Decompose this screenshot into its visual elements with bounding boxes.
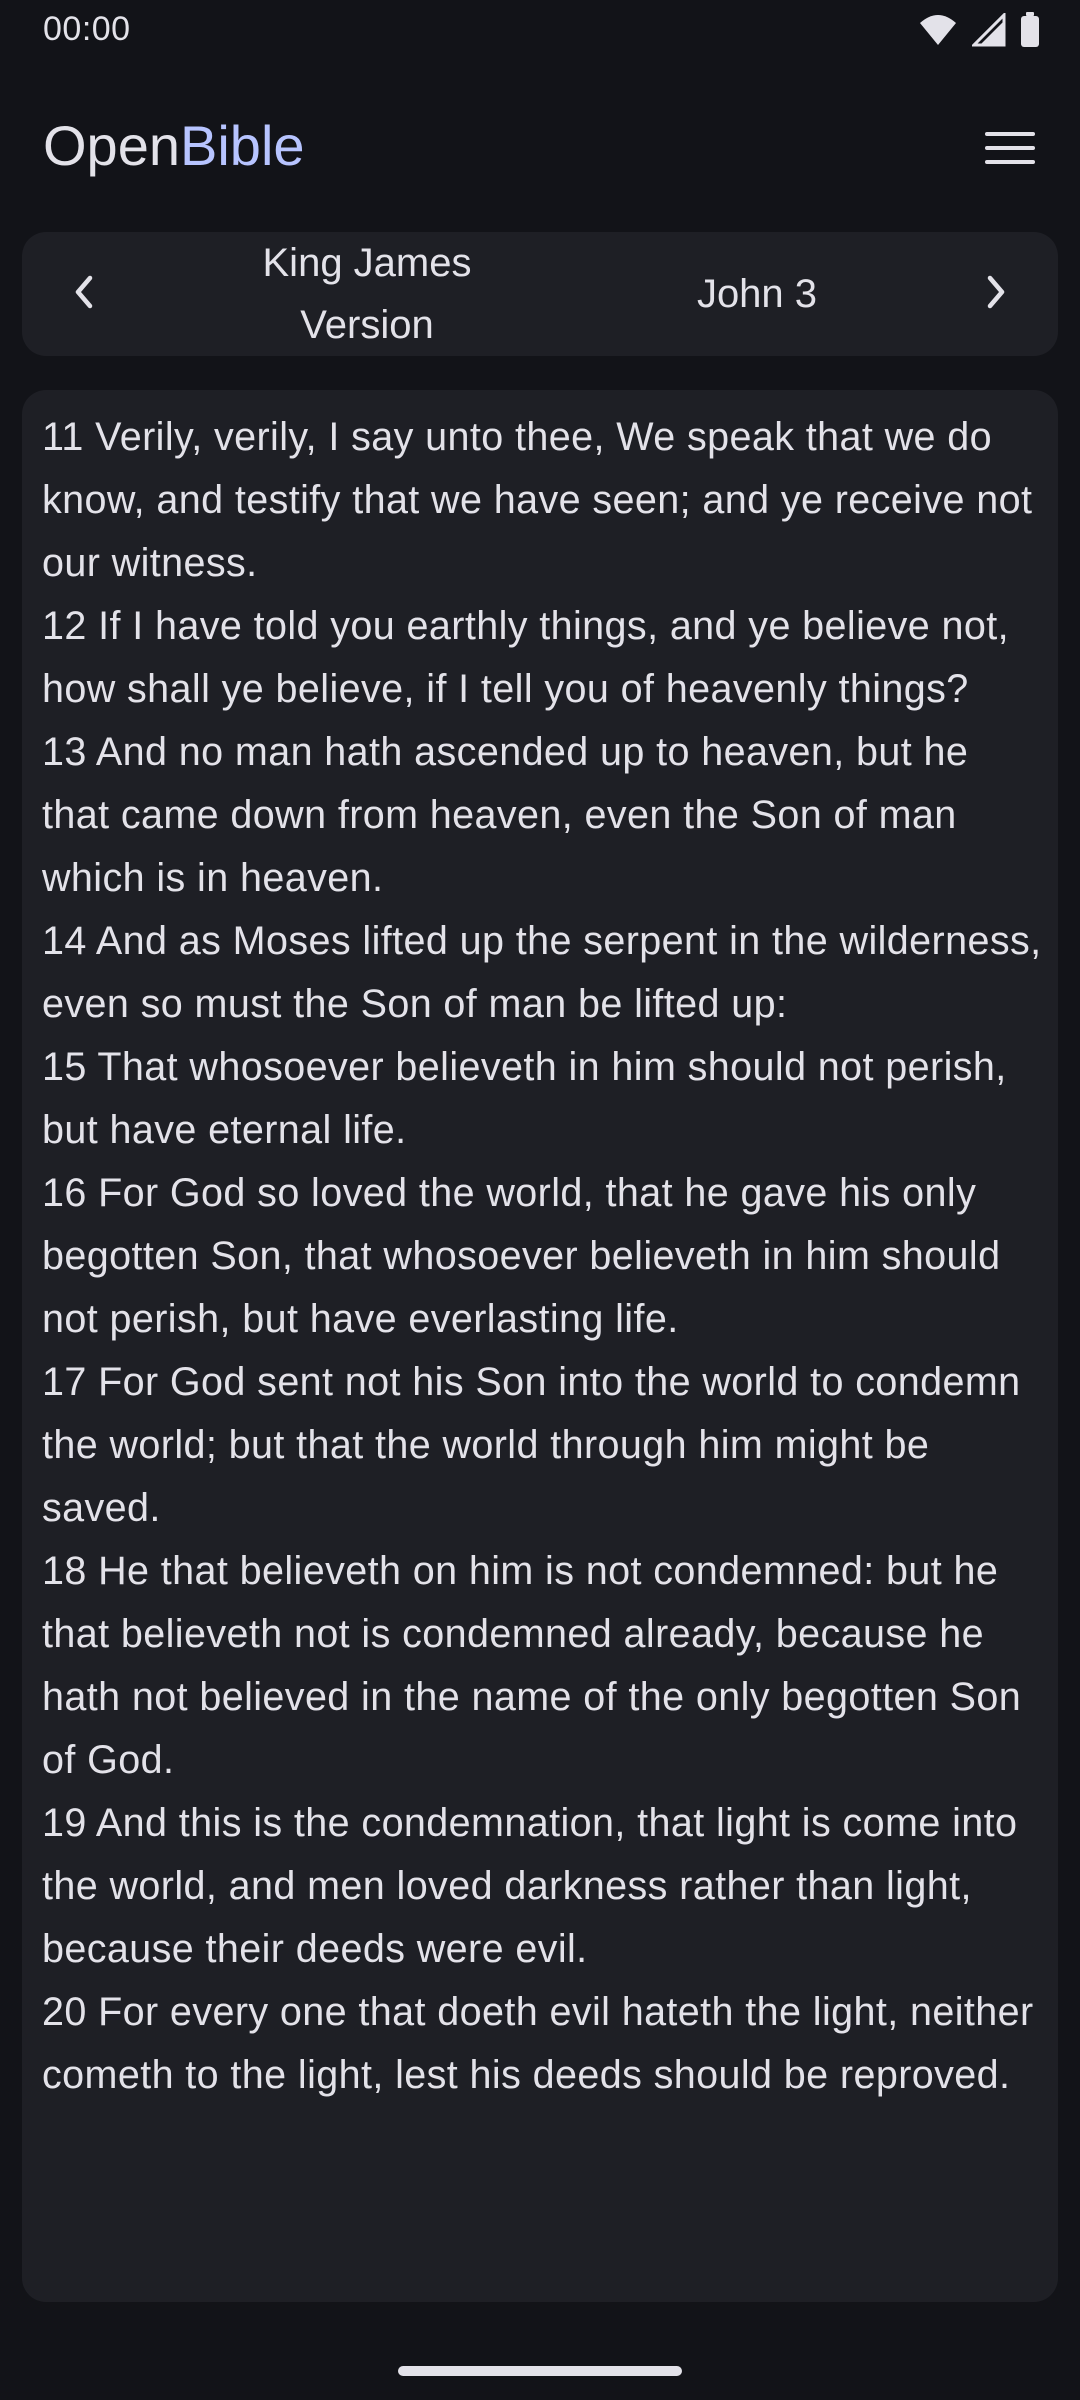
app-title-open: Open (43, 114, 180, 177)
status-icons (918, 11, 1040, 53)
verse-19: 19 And this is the condemnation, that li… (42, 1801, 1018, 1971)
verse-16: 16 For God so loved the world, that he g… (42, 1171, 1001, 1341)
verse-15: 15 That whosoever believeth in him shoul… (42, 1045, 1007, 1152)
verse-12: 12 If I have told you earthly things, an… (42, 604, 1010, 711)
next-chapter-button[interactable] (956, 254, 1036, 334)
wifi-icon (918, 13, 958, 52)
chevron-right-icon (982, 272, 1010, 317)
previous-chapter-button[interactable] (44, 254, 124, 334)
version-selector[interactable]: King James Version (192, 232, 542, 356)
home-indicator[interactable] (398, 2366, 682, 2376)
verse-list: 11 Verily, verily, I say unto thee, We s… (42, 406, 1042, 2107)
hamburger-menu-icon (985, 130, 1035, 171)
app-title: OpenBible (43, 114, 305, 178)
app-header: OpenBible (0, 100, 1080, 200)
menu-button[interactable] (982, 122, 1038, 178)
verse-17: 17 For God sent not his Son into the wor… (42, 1360, 1021, 1530)
signal-icon (970, 11, 1006, 52)
chapter-navigation: King James Version John 3 (22, 232, 1058, 356)
verse-11: 11 Verily, verily, I say unto thee, We s… (42, 415, 1033, 585)
verse-20: 20 For every one that doeth evil hateth … (42, 1990, 1034, 2097)
battery-icon (1020, 12, 1040, 53)
verse-14: 14 And as Moses lifted up the serpent in… (42, 919, 1042, 1026)
verse-18: 18 He that believeth on him is not conde… (42, 1549, 1022, 1782)
scripture-reader[interactable]: 11 Verily, verily, I say unto thee, We s… (22, 390, 1058, 2302)
status-time: 00:00 (43, 10, 131, 48)
chapter-selector[interactable]: John 3 (602, 232, 912, 356)
status-bar: 00:00 (0, 0, 1080, 62)
chevron-left-icon (70, 272, 98, 317)
verse-13: 13 And no man hath ascended up to heaven… (42, 730, 969, 900)
app-title-bible: Bible (180, 114, 305, 177)
